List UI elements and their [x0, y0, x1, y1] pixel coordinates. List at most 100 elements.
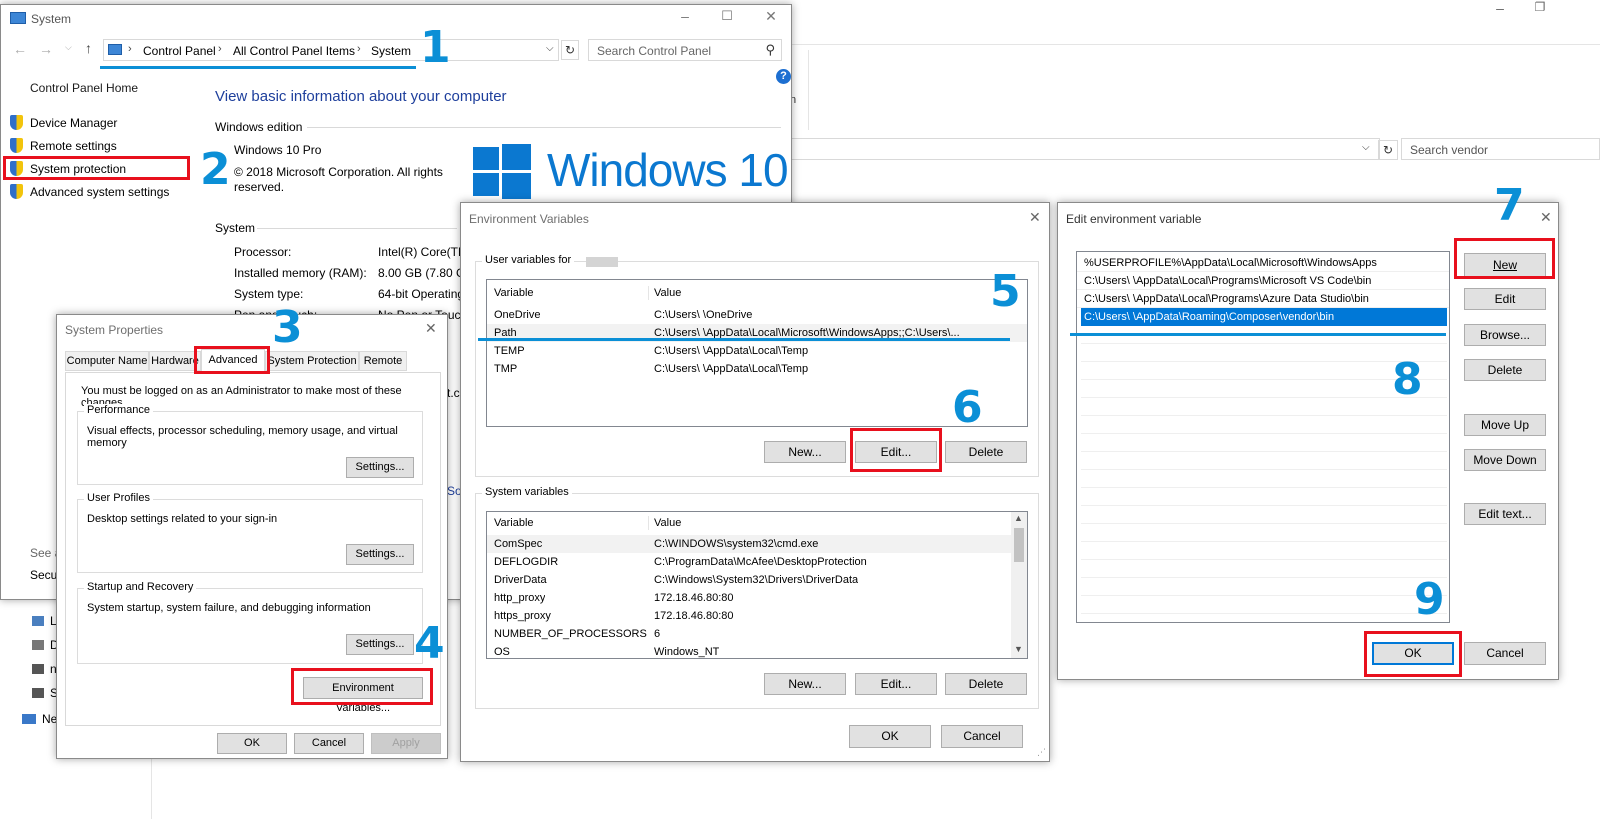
tab-remote[interactable]: Remote: [359, 351, 407, 371]
tree-item-icon: [32, 616, 44, 626]
variable-value: C:\WINDOWS\system32\cmd.exe: [654, 538, 819, 550]
breadcrumb-all-items[interactable]: All Control Panel Items: [233, 44, 355, 58]
column-divider: [648, 286, 649, 300]
vertical-scrollbar[interactable]: ▲ ▼: [1011, 512, 1027, 658]
scroll-thumb[interactable]: [1014, 528, 1024, 562]
refresh-icon[interactable]: ↻: [561, 40, 579, 60]
ribbon-divider: [808, 50, 809, 130]
move-up-button[interactable]: Move Up: [1464, 414, 1546, 436]
help-icon[interactable]: ?: [776, 69, 791, 84]
search-placeholder: Search Control Panel: [597, 44, 712, 58]
cancel-button[interactable]: Cancel: [1464, 642, 1546, 665]
nav-link-device-manager[interactable]: Device Manager: [30, 116, 117, 130]
table-row[interactable]: TMP C:\Users\ \AppData\Local\Temp: [487, 360, 1027, 378]
value-column-header[interactable]: Value: [654, 284, 681, 302]
system-variables-list[interactable]: Variable Value ComSpec C:\WINDOWS\system…: [486, 511, 1028, 659]
tab-computer-name[interactable]: Computer Name: [65, 351, 149, 371]
ok-button[interactable]: OK: [849, 725, 931, 748]
system-new-button[interactable]: New...: [764, 673, 846, 695]
windows-logo-icon: [473, 144, 531, 199]
close-icon[interactable]: ✕: [425, 320, 437, 337]
table-row[interactable]: https_proxy 172.18.46.80:80: [487, 607, 1011, 625]
variable-name: OS: [494, 646, 510, 658]
ribbon-separator: [790, 44, 1600, 45]
user-profiles-settings-button[interactable]: Settings...: [346, 544, 414, 565]
refresh-icon[interactable]: ↻: [1378, 140, 1398, 160]
user-delete-button[interactable]: Delete: [945, 441, 1027, 463]
chevron-down-icon[interactable]: ⌵: [546, 43, 554, 54]
search-control-panel-input[interactable]: Search Control Panel ⚲: [588, 39, 782, 61]
tab-system-protection[interactable]: System Protection: [265, 351, 359, 371]
path-entry: C:\Users\ \AppData\Roaming\Composer\vend…: [1084, 311, 1335, 323]
scroll-down-icon[interactable]: ▼: [1014, 644, 1023, 654]
new-button-highlight: [1454, 238, 1555, 279]
edit-entry-button[interactable]: Edit: [1464, 288, 1546, 310]
close-icon[interactable]: ✕: [1029, 209, 1041, 226]
scroll-up-icon[interactable]: ▲: [1014, 513, 1023, 523]
move-down-button[interactable]: Move Down: [1464, 449, 1546, 471]
minimize-icon[interactable]: –: [1490, 0, 1510, 20]
recent-dropdown-icon[interactable]: ⌵: [65, 42, 72, 53]
apply-button[interactable]: Apply: [371, 733, 441, 754]
table-row[interactable]: http_proxy 172.18.46.80:80: [487, 589, 1011, 607]
ok-button[interactable]: OK: [217, 733, 287, 754]
breadcrumb-system[interactable]: System: [371, 44, 411, 58]
nav-link-remote-settings[interactable]: Remote settings: [30, 139, 117, 153]
page-title: View basic information about your comput…: [215, 88, 507, 105]
table-row[interactable]: TEMP C:\Users\ \AppData\Local\Temp: [487, 342, 1027, 360]
table-row[interactable]: DriverData C:\Windows\System32\Drivers\D…: [487, 571, 1011, 589]
system-edit-button[interactable]: Edit...: [855, 673, 937, 695]
system-delete-button[interactable]: Delete: [945, 673, 1027, 695]
tree-item-icon: [32, 640, 44, 650]
list-item[interactable]: C:\Users\ \AppData\Local\Programs\Micros…: [1077, 272, 1449, 290]
back-arrow-icon[interactable]: ←: [13, 41, 27, 57]
browse-button[interactable]: Browse...: [1464, 324, 1546, 346]
variable-column-header[interactable]: Variable: [494, 514, 534, 532]
list-item-selected[interactable]: C:\Users\ \AppData\Roaming\Composer\vend…: [1081, 308, 1447, 326]
restore-icon[interactable]: ❐: [1530, 0, 1550, 20]
breadcrumb-control-panel[interactable]: Control Panel: [143, 44, 216, 58]
path-row-underline: [478, 338, 1010, 341]
user-new-button[interactable]: New...: [764, 441, 846, 463]
startup-recovery-settings-button[interactable]: Settings...: [346, 634, 414, 655]
forward-arrow-icon[interactable]: →: [39, 41, 53, 57]
startup-recovery-label: Startup and Recovery: [84, 581, 197, 593]
redacted-username: [586, 257, 618, 267]
table-row[interactable]: DEFLOGDIR C:\ProgramData\McAfee\DesktopP…: [487, 553, 1011, 571]
cancel-button[interactable]: Cancel: [294, 733, 364, 754]
spec-label: System type:: [234, 287, 304, 301]
path-entries-list[interactable]: %USERPROFILE%\AppData\Local\Microsoft\Wi…: [1076, 251, 1450, 623]
address-bar[interactable]: › Control Panel › All Control Panel Item…: [103, 39, 559, 61]
control-panel-home-link[interactable]: Control Panel Home: [30, 81, 138, 95]
table-row[interactable]: OneDrive C:\Users\ \OneDrive: [487, 306, 1027, 324]
maximize-icon[interactable]: ☐: [717, 8, 737, 24]
list-item[interactable]: %USERPROFILE%\AppData\Local\Microsoft\Wi…: [1077, 254, 1449, 272]
close-icon[interactable]: ✕: [1540, 209, 1552, 226]
user-variables-list[interactable]: Variable Value OneDrive C:\Users\ \OneDr…: [486, 279, 1028, 427]
nav-link-advanced-system-settings[interactable]: Advanced system settings: [30, 185, 169, 199]
resize-grip-icon[interactable]: ⋰: [1037, 747, 1046, 758]
minimize-icon[interactable]: –: [675, 8, 695, 24]
address-bar[interactable]: [790, 138, 1380, 160]
list-item[interactable]: C:\Users\ \AppData\Local\Programs\Azure …: [1077, 290, 1449, 308]
search-icon: ⚲: [765, 42, 775, 57]
search-vendor-input[interactable]: Search vendor: [1401, 138, 1600, 160]
table-row[interactable]: NUMBER_OF_PROCESSORS 6: [487, 625, 1011, 643]
performance-settings-button[interactable]: Settings...: [346, 457, 414, 478]
chevron-down-icon[interactable]: ⌵: [1362, 142, 1370, 153]
computer-icon: [108, 44, 122, 55]
up-arrow-icon[interactable]: ↑: [85, 40, 92, 56]
step-number-5: 5: [990, 266, 1021, 317]
step-number-2: 2: [200, 144, 231, 195]
value-column-header[interactable]: Value: [654, 514, 681, 532]
edit-text-button[interactable]: Edit text...: [1464, 503, 1546, 525]
system-app-icon: [10, 12, 26, 24]
step-number-9: 9: [1414, 574, 1445, 625]
table-row[interactable]: OS Windows_NT: [487, 643, 1011, 658]
close-icon[interactable]: ✕: [761, 8, 781, 25]
delete-entry-button[interactable]: Delete: [1464, 359, 1546, 381]
cancel-button[interactable]: Cancel: [941, 725, 1023, 748]
step-number-8: 8: [1392, 354, 1423, 405]
variable-column-header[interactable]: Variable: [494, 284, 534, 302]
table-row[interactable]: ComSpec C:\WINDOWS\system32\cmd.exe: [487, 535, 1011, 553]
